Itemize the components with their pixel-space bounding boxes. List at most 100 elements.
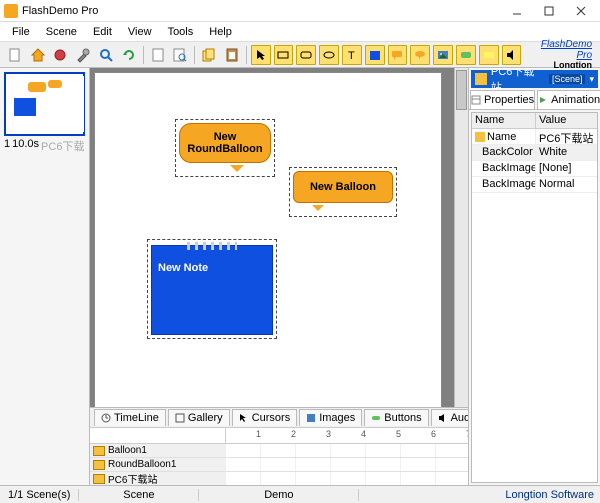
property-row-name[interactable]: NamePC6下载站 xyxy=(472,129,597,145)
tab-gallery[interactable]: Gallery xyxy=(168,409,230,426)
svg-text:T: T xyxy=(348,50,355,61)
insert-note-button[interactable] xyxy=(365,45,385,65)
gallery-icon xyxy=(175,413,185,423)
scene-icon xyxy=(475,132,485,142)
ruler-mark: 4 xyxy=(361,429,366,439)
tab-animation[interactable]: Animation xyxy=(537,90,600,109)
properties-grid-header: Name Value xyxy=(472,113,597,129)
scene-thumbnail-selected[interactable] xyxy=(4,72,85,136)
page-button[interactable] xyxy=(147,44,169,66)
refresh-button[interactable] xyxy=(118,44,140,66)
statusbar: 1/1 Scene(s) Scene Demo Longtion Softwar… xyxy=(0,485,600,503)
scene-icon xyxy=(475,73,487,85)
property-row-backimagestyle[interactable]: BackImageStyNormal xyxy=(472,177,597,193)
object-selector[interactable]: PC6下载站 [Scene] ▾ xyxy=(471,70,598,88)
toolbar-separator xyxy=(194,46,195,64)
scene-thumbnail-preview xyxy=(8,76,84,132)
insert-ellipse-button[interactable] xyxy=(319,45,339,65)
round-balloon-object[interactable]: New RoundBalloon xyxy=(179,123,271,163)
minimize-button[interactable] xyxy=(502,2,532,20)
brand-label: FlashDemo Pro Longtion xyxy=(523,39,596,71)
canvas-page[interactable]: New RoundBalloon New Balloon New Note xyxy=(94,72,442,407)
insert-roundrect-button[interactable] xyxy=(296,45,316,65)
toolbar-separator xyxy=(246,46,247,64)
ruler-mark: 1 xyxy=(256,429,261,439)
insert-audio-button[interactable] xyxy=(502,45,522,65)
record-button[interactable] xyxy=(50,44,72,66)
scene-thumbnails-panel: 1 10.0s PC6下载站 xyxy=(0,68,90,485)
tab-buttons[interactable]: Buttons xyxy=(364,409,428,426)
preview-button[interactable] xyxy=(169,44,191,66)
new-button[interactable] xyxy=(4,44,26,66)
menu-tools[interactable]: Tools xyxy=(160,24,202,40)
insert-balloon-button[interactable] xyxy=(388,45,408,65)
menu-scene[interactable]: Scene xyxy=(38,24,85,40)
menubar: File Scene Edit View Tools Help xyxy=(0,22,600,42)
insert-button-button[interactable] xyxy=(456,45,476,65)
insert-highlight-button[interactable] xyxy=(479,45,499,65)
bottom-tabs: TimeLine Gallery Cursors Images Buttons … xyxy=(90,408,468,428)
insert-roundballoon-button[interactable] xyxy=(410,45,430,65)
audio-icon xyxy=(438,413,448,423)
insert-cursor-button[interactable] xyxy=(251,45,271,65)
timeline-row[interactable]: PC6下载站 xyxy=(90,472,468,485)
tools-button[interactable] xyxy=(72,44,94,66)
tab-images[interactable]: Images xyxy=(299,409,362,426)
roundballoon-icon xyxy=(93,460,105,470)
timeline-ruler[interactable]: 123456789 xyxy=(90,428,468,444)
home-button[interactable] xyxy=(27,44,49,66)
menu-edit[interactable]: Edit xyxy=(85,24,120,40)
chevron-down-icon[interactable]: ▾ xyxy=(589,74,594,85)
menu-view[interactable]: View xyxy=(120,24,160,40)
scene-thumbnail-label: 1 10.0s PC6下载站 xyxy=(4,138,85,154)
zoom-button[interactable] xyxy=(95,44,117,66)
properties-panel: PC6下载站 [Scene] ▾ Properties Animation Na… xyxy=(468,68,600,485)
tab-timeline[interactable]: TimeLine xyxy=(94,409,166,426)
insert-rect-button[interactable] xyxy=(274,45,294,65)
timeline-rows: Balloon1 RoundBalloon1 PC6下载站 xyxy=(90,444,468,485)
insert-image-button[interactable] xyxy=(433,45,453,65)
vertical-scrollbar[interactable] xyxy=(454,68,468,407)
close-button[interactable] xyxy=(566,2,596,20)
scene-icon xyxy=(93,474,105,484)
window-title: FlashDemo Pro xyxy=(22,5,502,17)
property-row-backimage[interactable]: BackImage[None] xyxy=(472,161,597,177)
image-icon xyxy=(306,413,316,423)
window-titlebar: FlashDemo Pro xyxy=(0,0,600,22)
brand-link[interactable]: FlashDemo Pro xyxy=(523,39,592,61)
properties-icon xyxy=(471,95,481,105)
property-row-backcolor[interactable]: BackColorWhite xyxy=(472,145,597,161)
tab-properties[interactable]: Properties xyxy=(470,90,535,109)
properties-tabs: Properties Animation xyxy=(469,90,600,110)
ruler-mark: 5 xyxy=(396,429,401,439)
canvas-viewport[interactable]: New RoundBalloon New Balloon New Note xyxy=(90,68,468,407)
status-scene-count: 1/1 Scene(s) xyxy=(0,489,79,501)
maximize-button[interactable] xyxy=(534,2,564,20)
menu-help[interactable]: Help xyxy=(201,24,240,40)
status-demo: Demo xyxy=(199,489,359,501)
ruler-mark: 3 xyxy=(326,429,331,439)
insert-text-button[interactable]: T xyxy=(342,45,362,65)
cursor-icon xyxy=(239,413,249,423)
ruler-mark: 7 xyxy=(466,429,468,439)
tab-cursors[interactable]: Cursors xyxy=(232,409,298,426)
note-object[interactable]: New Note xyxy=(151,245,273,335)
copy-button[interactable] xyxy=(198,44,220,66)
toolbar-separator xyxy=(143,46,144,64)
timeline-row[interactable]: RoundBalloon1 xyxy=(90,458,468,472)
toolbar: T FlashDemo Pro Longtion xyxy=(0,42,600,68)
animation-icon xyxy=(538,95,548,105)
clock-icon xyxy=(101,413,111,423)
properties-grid: Name Value NamePC6下载站 BackColorWhite Bac… xyxy=(471,112,598,483)
tab-audios[interactable]: Audios xyxy=(431,409,468,426)
balloon-object[interactable]: New Balloon xyxy=(293,171,393,203)
menu-file[interactable]: File xyxy=(4,24,38,40)
button-icon xyxy=(371,413,381,423)
app-icon xyxy=(4,4,18,18)
ruler-mark: 6 xyxy=(431,429,436,439)
paste-button[interactable] xyxy=(221,44,243,66)
status-scene: Scene xyxy=(79,489,199,501)
ruler-mark: 2 xyxy=(291,429,296,439)
status-brand: Longtion Software xyxy=(499,489,600,501)
timeline-row[interactable]: Balloon1 xyxy=(90,444,468,458)
